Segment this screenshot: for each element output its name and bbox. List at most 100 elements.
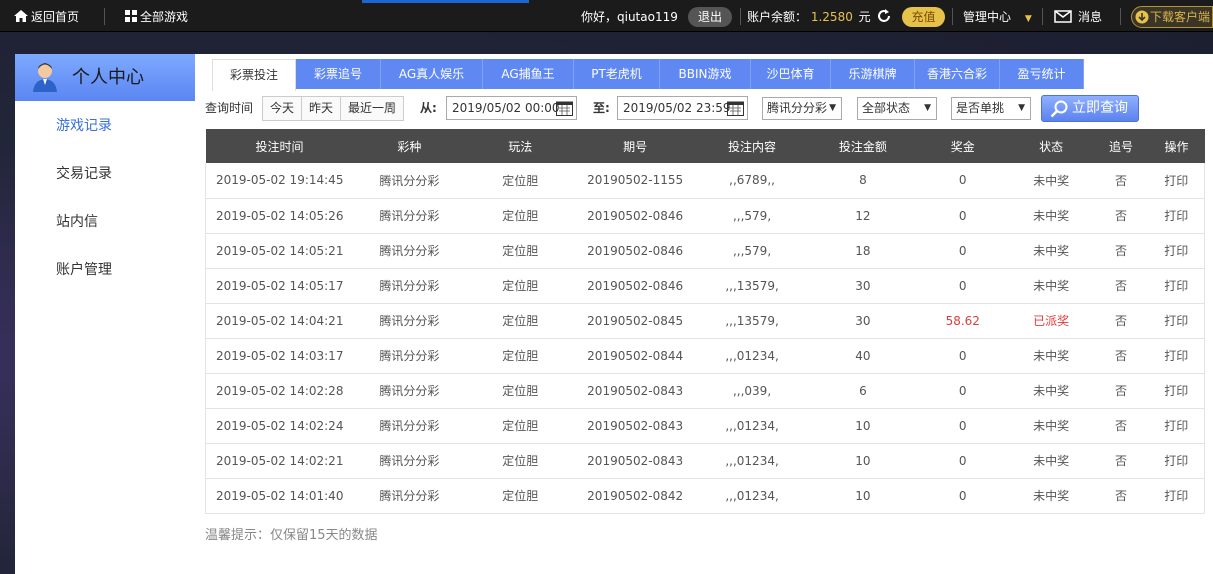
tab-lottery-bets[interactable]: 彩票投注 bbox=[212, 59, 296, 91]
cell-play: 定位胆 bbox=[465, 408, 576, 444]
tab-saba-sports[interactable]: 沙巴体育 bbox=[751, 59, 831, 89]
cell-print[interactable]: 打印 bbox=[1148, 408, 1206, 444]
tab-bar: 彩票投注 彩票追号 AG真人娱乐 AG捕鱼王 PT老虎机 BBIN游戏 沙巴体育… bbox=[212, 59, 1084, 91]
query-now-button[interactable]: 立即查询 bbox=[1041, 95, 1139, 122]
select-arrow-icon: ▼ bbox=[1016, 98, 1025, 119]
user-avatar-icon bbox=[33, 63, 57, 92]
col-chase: 追号 bbox=[1093, 129, 1149, 163]
quick-last-week-button[interactable]: 最近一周 bbox=[341, 97, 404, 120]
tab-ag-live[interactable]: AG真人娱乐 bbox=[381, 59, 483, 89]
cell-amount: 10 bbox=[809, 478, 917, 514]
message-link[interactable]: 消息 bbox=[1054, 0, 1102, 32]
cell-content: ,,,01234, bbox=[695, 443, 809, 479]
cell-status: 未中奖 bbox=[1008, 163, 1094, 199]
message-label: 消息 bbox=[1078, 10, 1103, 24]
sidebar-item-account-management[interactable]: 账户管理 bbox=[15, 246, 195, 294]
all-games-link[interactable]: 全部游戏 bbox=[125, 0, 188, 32]
cell-print[interactable]: 打印 bbox=[1148, 373, 1206, 409]
balance-unit: 元 bbox=[858, 10, 871, 24]
status-select[interactable]: 全部状态 ▼ bbox=[857, 97, 937, 120]
cell-bet-time: 2019-05-02 14:02:21 bbox=[205, 443, 354, 479]
tab-lottery-chase[interactable]: 彩票追号 bbox=[296, 59, 381, 89]
from-date-value: 2019/05/02 00:00 bbox=[452, 101, 560, 115]
quick-today-button[interactable]: 今天 bbox=[263, 97, 303, 120]
cell-content: ,,,579, bbox=[695, 198, 809, 234]
cell-amount: 18 bbox=[809, 233, 917, 269]
sidebar-title: 个人中心 bbox=[72, 67, 144, 88]
cell-print[interactable]: 打印 bbox=[1148, 303, 1206, 339]
cell-print[interactable]: 打印 bbox=[1148, 198, 1206, 234]
tab-leyou-chess[interactable]: 乐游棋牌 bbox=[831, 59, 915, 89]
tab-ag-fishing[interactable]: AG捕鱼王 bbox=[483, 59, 574, 89]
tab-profit-loss[interactable]: 盈亏统计 bbox=[1000, 59, 1084, 89]
search-icon bbox=[1050, 100, 1068, 118]
table-row: 2019-05-02 14:05:21 腾讯分分彩 定位胆 20190502-0846… bbox=[205, 233, 1206, 269]
home-icon bbox=[14, 10, 28, 22]
cell-chase: 否 bbox=[1093, 478, 1149, 514]
cell-content: ,,,13579, bbox=[695, 268, 809, 304]
cell-bet-time: 2019-05-02 14:02:24 bbox=[205, 408, 354, 444]
calendar-icon[interactable] bbox=[556, 100, 573, 116]
cell-status: 未中奖 bbox=[1008, 373, 1094, 409]
cell-prize: 0 bbox=[916, 198, 1009, 234]
divider bbox=[740, 8, 741, 25]
home-link[interactable]: 返回首页 bbox=[14, 0, 79, 32]
col-play: 玩法 bbox=[465, 129, 576, 163]
refresh-icon[interactable] bbox=[876, 0, 892, 32]
cell-prize: 0 bbox=[916, 478, 1009, 514]
cell-lottery: 腾讯分分彩 bbox=[353, 443, 466, 479]
filter-bar: 查询时间 今天 昨天 最近一周 从: 2019/05/02 00:00 至: 2… bbox=[205, 95, 1205, 122]
to-label: 至: bbox=[593, 101, 610, 115]
table-header-row: 投注时间 彩种 玩法 期号 投注内容 投注金额 奖金 状态 追号 操作 bbox=[205, 129, 1205, 163]
download-client-button[interactable]: 下载客户端 bbox=[1131, 6, 1213, 28]
from-date-input[interactable]: 2019/05/02 00:00 bbox=[446, 96, 577, 120]
cell-print[interactable]: 打印 bbox=[1148, 163, 1206, 199]
sidebar-item-inbox[interactable]: 站内信 bbox=[15, 198, 195, 246]
cell-chase: 否 bbox=[1093, 338, 1149, 374]
cell-print[interactable]: 打印 bbox=[1148, 478, 1206, 514]
cell-play: 定位胆 bbox=[465, 303, 576, 339]
select-arrow-icon: ▼ bbox=[827, 98, 836, 119]
cell-lottery: 腾讯分分彩 bbox=[353, 338, 466, 374]
single-select[interactable]: 是否单挑 ▼ bbox=[951, 97, 1031, 120]
cell-lottery: 腾讯分分彩 bbox=[353, 163, 466, 199]
cell-lottery: 腾讯分分彩 bbox=[353, 268, 466, 304]
tab-pt-slots[interactable]: PT老虎机 bbox=[574, 59, 660, 89]
to-date-input[interactable]: 2019/05/02 23:59 bbox=[617, 96, 748, 120]
sidebar-item-transaction-records[interactable]: 交易记录 bbox=[15, 150, 195, 198]
cell-prize: 0 bbox=[916, 338, 1009, 374]
cell-issue: 20190502-0846 bbox=[575, 198, 696, 234]
balance: 账户余额： 1.2580 元 bbox=[747, 0, 871, 32]
cell-amount: 30 bbox=[809, 303, 917, 339]
manage-center-menu[interactable]: 管理中心 ▼ bbox=[963, 0, 1032, 32]
grid-icon bbox=[125, 10, 137, 22]
lottery-type-select[interactable]: 腾讯分分彩 ▼ bbox=[762, 97, 842, 120]
cell-print[interactable]: 打印 bbox=[1148, 443, 1206, 479]
cell-print[interactable]: 打印 bbox=[1148, 268, 1206, 304]
col-prize: 奖金 bbox=[916, 129, 1009, 163]
col-content: 投注内容 bbox=[695, 129, 809, 163]
recharge-button[interactable]: 充值 bbox=[902, 7, 945, 27]
quick-yesterday-button[interactable]: 昨天 bbox=[302, 97, 342, 120]
tab-hk-mark-six[interactable]: 香港六合彩 bbox=[915, 59, 1000, 89]
cell-issue: 20190502-1155 bbox=[575, 163, 696, 199]
tab-bbin-games[interactable]: BBIN游戏 bbox=[660, 59, 751, 89]
cell-bet-time: 2019-05-02 14:01:40 bbox=[205, 478, 354, 514]
bet-records-table: 投注时间 彩种 玩法 期号 投注内容 投注金额 奖金 状态 追号 操作 2019… bbox=[205, 129, 1206, 514]
cell-amount: 6 bbox=[809, 373, 917, 409]
cell-bet-time: 2019-05-02 14:04:21 bbox=[205, 303, 354, 339]
table-row: 2019-05-02 14:02:28 腾讯分分彩 定位胆 20190502-0843… bbox=[205, 373, 1206, 409]
cell-issue: 20190502-0844 bbox=[575, 338, 696, 374]
cell-lottery: 腾讯分分彩 bbox=[353, 198, 466, 234]
sidebar-item-game-records[interactable]: 游戏记录 bbox=[15, 102, 195, 150]
table-row: 2019-05-02 14:05:17 腾讯分分彩 定位胆 20190502-0846… bbox=[205, 268, 1206, 304]
cell-print[interactable]: 打印 bbox=[1148, 338, 1206, 374]
from-label: 从: bbox=[420, 101, 437, 115]
logout-button[interactable]: 退出 bbox=[688, 7, 732, 27]
calendar-icon[interactable] bbox=[727, 100, 744, 116]
cell-amount: 10 bbox=[809, 408, 917, 444]
cell-status: 已派奖 bbox=[1008, 303, 1094, 339]
cell-print[interactable]: 打印 bbox=[1148, 233, 1206, 269]
balance-label: 账户余额： bbox=[747, 10, 808, 24]
cell-content: ,,,039, bbox=[695, 373, 809, 409]
